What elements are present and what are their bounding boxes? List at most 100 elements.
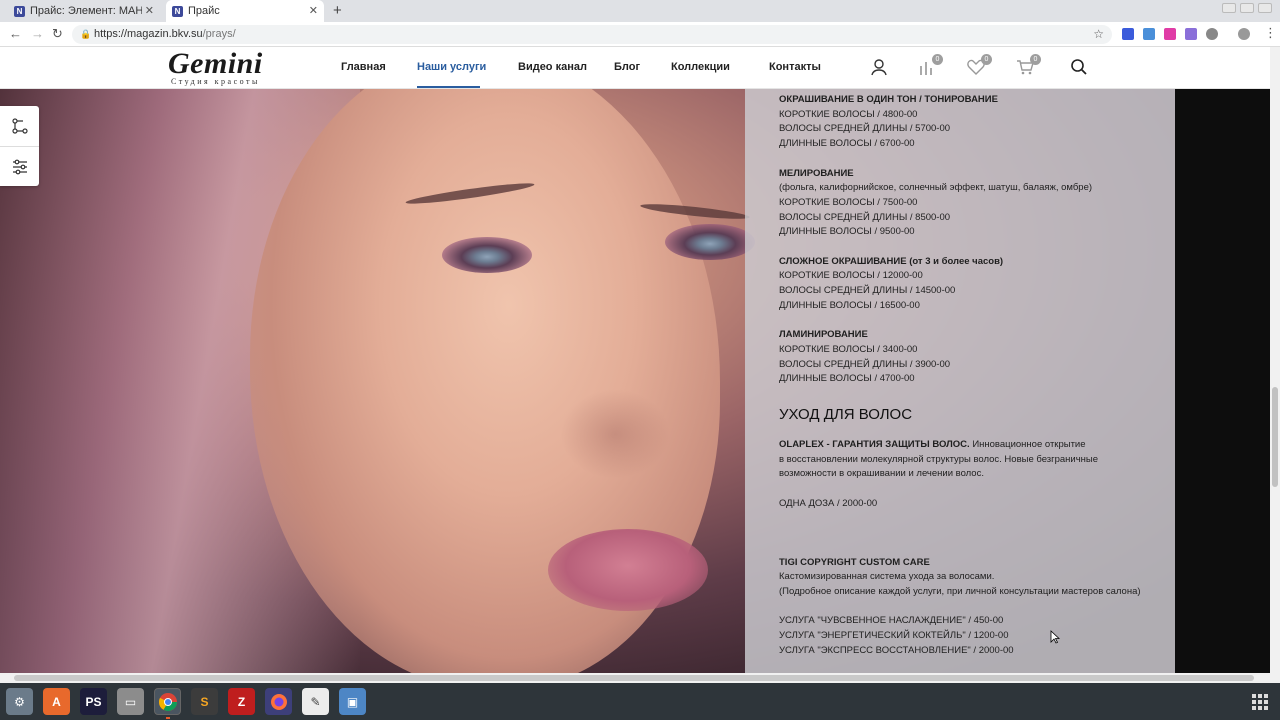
filezilla-icon[interactable]: Z <box>228 688 255 715</box>
nav-services[interactable]: Наши услуги <box>417 61 486 73</box>
price-line: ВОЛОСЫ СРЕДНЕЙ ДЛИНЫ / 5700-00 <box>779 123 951 135</box>
os-taskbar: ⚙ A PS ▭ S Z ✎ ▣ <box>0 683 1280 720</box>
nav-video-channel[interactable]: Видео канал <box>518 61 587 73</box>
cart-count-badge: 0 <box>1030 54 1041 65</box>
olaplex-title: OLAPLEX - ГАРАНТИЯ ЗАЩИТЫ ВОЛОС. <box>779 439 970 451</box>
price-line: КОРОТКИЕ ВОЛОСЫ / 3400-00 <box>779 343 918 355</box>
price-line: ДЛИННЫЕ ВОЛОСЫ / 16500-00 <box>779 299 920 311</box>
nav-collections[interactable]: Коллекции <box>671 61 730 73</box>
price-line: КОРОТКИЕ ВОЛОСЫ / 4800-00 <box>779 108 918 120</box>
system-settings-icon[interactable]: ⚙ <box>6 688 33 715</box>
lock-icon: 🔒 <box>80 29 92 39</box>
forward-icon[interactable]: → <box>31 26 44 41</box>
tigi-block: TIGI COPYRIGHT CUSTOM CARE Кастомизирова… <box>779 556 1175 659</box>
vertical-scrollbar[interactable] <box>1270 47 1280 673</box>
side-tools-panel <box>0 106 39 186</box>
close-window-icon[interactable] <box>1258 3 1272 13</box>
sublime-text-icon[interactable]: S <box>191 688 218 715</box>
active-nav-underline <box>417 86 480 88</box>
olaplex-text: в восстановлении молекулярной структуры … <box>779 453 1099 465</box>
extension-icon[interactable] <box>1164 28 1176 40</box>
back-icon[interactable]: ← <box>9 26 22 41</box>
price-block-lamination: ЛАМИНИРОВАНИЕ КОРОТКИЕ ВОЛОСЫ / 3400-00 … <box>779 328 1175 387</box>
running-indicator <box>166 717 170 719</box>
window-controls <box>1222 3 1272 13</box>
site-header: Gemini Студия красоты Главная Наши услуг… <box>0 47 1270 89</box>
price-line: ДЛИННЫЕ ВОЛОСЫ / 9500-00 <box>779 226 915 238</box>
price-block-highlighting: МЕЛИРОВАНИЕ (фольга, калифорнийское, сол… <box>779 167 1175 241</box>
extension-icon[interactable] <box>1122 28 1134 40</box>
site-favicon-icon: N <box>172 5 183 17</box>
close-tab-icon[interactable]: ✕ <box>309 4 318 17</box>
phpstorm-icon[interactable]: PS <box>80 688 107 715</box>
nav-contacts[interactable]: Контакты <box>769 61 821 73</box>
scrollbar-thumb[interactable] <box>14 675 1254 681</box>
olaplex-text: возможности в окрашивании и лечении воло… <box>779 468 984 480</box>
tigi-description: (Подробное описание каждой услуги, при л… <box>779 585 1141 597</box>
bookmark-star-icon[interactable]: ☆ <box>1093 25 1104 44</box>
software-center-icon[interactable]: A <box>43 688 70 715</box>
chrome-icon[interactable] <box>154 688 181 715</box>
text-editor-icon[interactable]: ✎ <box>302 688 329 715</box>
mouse-cursor-icon <box>1050 630 1061 649</box>
wishlist-heart-icon[interactable]: 0 <box>966 54 992 77</box>
compare-count-badge: 0 <box>932 54 943 65</box>
user-icon[interactable] <box>869 57 889 77</box>
tab-title: Прайс <box>188 5 220 17</box>
minimize-icon[interactable] <box>1222 3 1236 13</box>
price-line: ВОЛОСЫ СРЕДНЕЙ ДЛИНЫ / 14500-00 <box>779 285 956 297</box>
tab-price[interactable]: N Прайс ✕ <box>166 0 324 22</box>
site-favicon-icon: N <box>14 5 25 17</box>
firefox-icon[interactable] <box>265 688 292 715</box>
address-bar[interactable]: 🔒 https://magazin.bkv.su/prays/ ☆ <box>72 25 1112 44</box>
extension-icon[interactable] <box>1143 28 1155 40</box>
horizontal-scrollbar[interactable] <box>0 673 1280 683</box>
tab-price-element[interactable]: N Прайс: Элемент: МАНИК ✕ <box>8 0 160 22</box>
price-line: (фольга, калифорнийское, солнечный эффек… <box>779 182 1093 194</box>
reload-icon[interactable]: ↻ <box>52 26 63 42</box>
app-grid-icon[interactable] <box>1252 694 1268 710</box>
price-block-title: ЛАМИНИРОВАНИЕ <box>779 329 868 341</box>
tigi-description: Кастомизированная система ухода за волос… <box>779 571 995 583</box>
hero-dark-background <box>1175 89 1270 673</box>
site-logo[interactable]: Gemini Студия красоты <box>168 47 263 87</box>
browser-menu-icon[interactable]: ⋮ <box>1264 25 1277 41</box>
sliders-icon <box>12 159 27 174</box>
settings-tool-button[interactable] <box>0 146 39 186</box>
tab-title: Прайс: Элемент: МАНИК <box>30 5 142 17</box>
file-manager-icon[interactable]: ▭ <box>117 688 144 715</box>
hero-section: ОКРАШИВАНИЕ В ОДИН ТОН / ТОНИРОВАНИЕ КОР… <box>0 89 1270 673</box>
olaplex-text: Инновационное открытие <box>969 439 1086 451</box>
new-tab-icon[interactable]: + <box>333 2 342 19</box>
logo-text: Gemini <box>168 47 263 80</box>
screenshot-tool-icon[interactable]: ▣ <box>339 688 366 715</box>
olaplex-block: OLAPLEX - ГАРАНТИЯ ЗАЩИТЫ ВОЛОС. Инновац… <box>779 438 1175 512</box>
profile-avatar-icon[interactable] <box>1238 28 1250 40</box>
price-block-toning: ОКРАШИВАНИЕ В ОДИН ТОН / ТОНИРОВАНИЕ КОР… <box>779 93 1175 152</box>
price-line: КОРОТКИЕ ВОЛОСЫ / 12000-00 <box>779 270 923 282</box>
price-line: ВОЛОСЫ СРЕДНЕЙ ДЛИНЫ / 3900-00 <box>779 358 951 370</box>
price-line: ДЛИННЫЕ ВОЛОСЫ / 6700-00 <box>779 138 915 150</box>
maximize-icon[interactable] <box>1240 3 1254 13</box>
hero-photo-lips <box>548 529 708 611</box>
price-line: УСЛУГА "ЭКСПРЕСС ВОССТАНОВЛЕНИЕ" / 2000-… <box>779 644 1014 656</box>
nodes-tool-button[interactable] <box>0 106 39 146</box>
logo-subtitle: Студия красоты <box>171 77 260 86</box>
cart-icon[interactable]: 0 <box>1015 54 1041 77</box>
price-line: ДЛИННЫЕ ВОЛОСЫ / 4700-00 <box>779 373 915 385</box>
price-block-complex-coloring: СЛОЖНОЕ ОКРАШИВАНИЕ (от 3 и более часов)… <box>779 255 1175 314</box>
extension-icon[interactable] <box>1185 28 1197 40</box>
nav-home[interactable]: Главная <box>341 61 386 73</box>
compare-icon[interactable]: 0 <box>917 54 943 77</box>
tigi-title: TIGI COPYRIGHT CUSTOM CARE <box>779 556 930 568</box>
extension-icon[interactable] <box>1206 28 1218 40</box>
scrollbar-thumb[interactable] <box>1272 387 1278 487</box>
price-block-title: ОКРАШИВАНИЕ В ОДИН ТОН / ТОНИРОВАНИЕ <box>779 94 998 105</box>
hero-photo-eye <box>442 237 532 273</box>
close-tab-icon[interactable]: ✕ <box>145 4 154 17</box>
search-icon[interactable] <box>1069 57 1089 77</box>
url-path: /prays/ <box>202 28 236 40</box>
price-block-title: СЛОЖНОЕ ОКРАШИВАНИЕ (от 3 и более часов) <box>779 255 1004 267</box>
nav-blog[interactable]: Блог <box>614 61 640 73</box>
hair-care-heading: УХОД ДЛЯ ВОЛОС <box>779 406 913 424</box>
